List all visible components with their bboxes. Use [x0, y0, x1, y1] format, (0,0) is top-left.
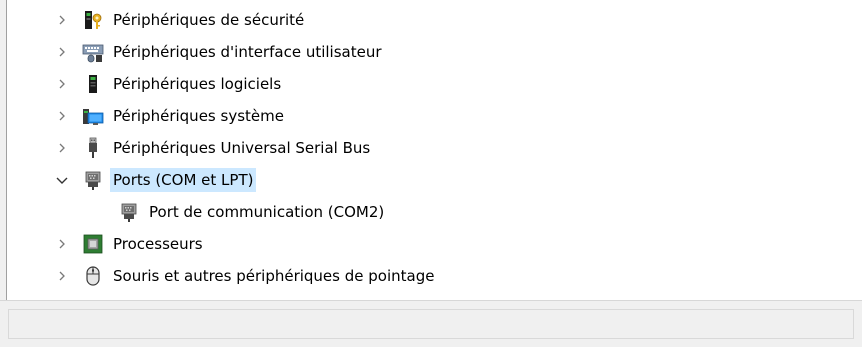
chevron-right-icon[interactable]	[54, 268, 70, 284]
tree-item-label: Périphériques d'interface utilisateur	[113, 43, 382, 61]
tree-item-software-devices[interactable]: Périphériques logiciels	[54, 70, 284, 98]
hid-keyboard-icon	[82, 41, 104, 63]
tree-item-hid-devices[interactable]: Périphériques d'interface utilisateur	[54, 38, 385, 66]
chevron-right-icon[interactable]	[54, 140, 70, 156]
tree-item-label: Port de communication (COM2)	[149, 203, 385, 221]
status-bar	[0, 300, 862, 347]
chevron-right-icon[interactable]	[54, 108, 70, 124]
tree-item-label: Périphériques de sécurité	[113, 11, 305, 29]
window-left-border	[0, 0, 7, 347]
software-device-icon	[82, 73, 104, 95]
tree-item-system-devices[interactable]: Périphériques système	[54, 102, 287, 130]
tree-item-usb-controllers[interactable]: Périphériques Universal Serial Bus	[54, 134, 373, 162]
status-text	[9, 316, 15, 331]
port-connector-icon	[118, 201, 140, 223]
tree-item-com2-port[interactable]: Port de communication (COM2)	[118, 198, 387, 226]
mouse-icon	[82, 265, 104, 287]
tree-item-label: Périphériques logiciels	[113, 75, 282, 93]
device-tree[interactable]: Périphériques de sécurité Périphériques …	[8, 0, 862, 300]
tree-item-security-devices[interactable]: Périphériques de sécurité	[54, 6, 307, 34]
chevron-right-icon[interactable]	[54, 44, 70, 60]
tree-item-mice-pointing[interactable]: Souris et autres périphériques de pointa…	[54, 262, 437, 290]
port-connector-icon	[82, 169, 104, 191]
tree-item-label: Souris et autres périphériques de pointa…	[113, 267, 435, 285]
chevron-down-icon[interactable]	[54, 172, 70, 188]
tree-item-label: Périphériques Universal Serial Bus	[113, 139, 371, 157]
security-key-icon	[82, 9, 104, 31]
tree-item-processors[interactable]: Processeurs	[54, 230, 206, 258]
chevron-right-icon[interactable]	[54, 236, 70, 252]
status-bar-panel	[8, 309, 854, 339]
system-device-icon	[82, 105, 104, 127]
tree-item-label: Périphériques système	[113, 107, 284, 125]
tree-item-label: Ports (COM et LPT)	[110, 168, 257, 192]
tree-item-ports-com-lpt[interactable]: Ports (COM et LPT)	[54, 166, 257, 194]
chevron-right-icon[interactable]	[54, 76, 70, 92]
usb-plug-icon	[82, 137, 104, 159]
processor-chip-icon	[82, 233, 104, 255]
device-manager-window: Périphériques de sécurité Périphériques …	[0, 0, 862, 347]
chevron-right-icon[interactable]	[54, 12, 70, 28]
tree-item-label: Processeurs	[113, 235, 203, 253]
